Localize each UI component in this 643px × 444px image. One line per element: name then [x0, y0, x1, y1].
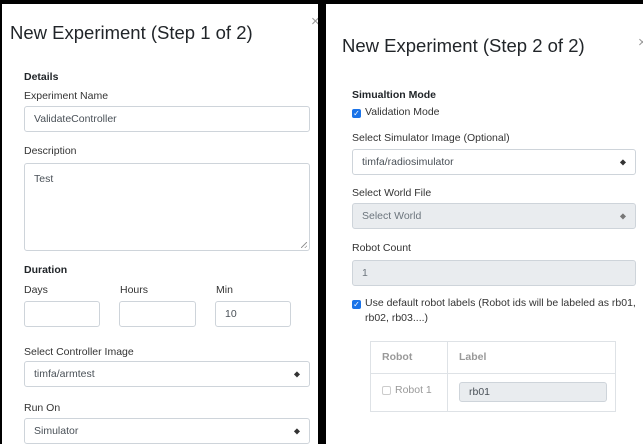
details-heading: Details [24, 71, 59, 83]
default-labels-checkbox[interactable]: ✓ [352, 300, 361, 309]
table-divider [370, 373, 616, 374]
robot-row-checkbox[interactable]: ✓ [382, 386, 391, 395]
controller-image-select[interactable]: timfa/armtest ◆ [24, 361, 310, 387]
simulator-image-label: Select Simulator Image (Optional) [352, 132, 510, 144]
validation-mode-label: Validation Mode [365, 106, 440, 118]
description-value: Test [34, 173, 54, 185]
experiment-name-value: ValidateController [34, 113, 117, 125]
close-icon[interactable]: × [638, 35, 643, 50]
run-on-select[interactable]: Simulator ◆ [24, 418, 310, 444]
chevron-updown-icon: ◆ [293, 369, 300, 379]
step2-title: New Experiment (Step 2 of 2) [342, 35, 585, 56]
step1-modal: New Experiment (Step 1 of 2) × Details E… [2, 4, 318, 444]
controller-image-label: Select Controller Image [24, 346, 134, 358]
days-label: Days [24, 284, 48, 296]
robot-count-label: Robot Count [352, 242, 411, 254]
min-input[interactable]: 10 [215, 301, 291, 327]
run-on-label: Run On [24, 402, 61, 414]
column-header-robot: Robot [382, 351, 413, 363]
description-label: Description [24, 145, 77, 157]
duration-heading: Duration [24, 264, 68, 276]
simulator-image-value: timfa/radiosimulator [362, 156, 454, 168]
experiment-name-input[interactable]: ValidateController [24, 106, 310, 132]
chevron-updown-icon: ◆ [619, 211, 626, 221]
description-textarea[interactable]: Test [24, 163, 310, 251]
resize-handle-icon[interactable] [301, 242, 307, 248]
robot-label-input[interactable]: rb01 [459, 382, 607, 402]
hours-input[interactable] [119, 301, 196, 327]
simulator-image-select[interactable]: timfa/radiosimulator ◆ [352, 149, 636, 175]
world-file-select[interactable]: Select World ◆ [352, 203, 636, 229]
validation-mode-checkbox[interactable]: ✓ [352, 109, 361, 118]
hours-label: Hours [120, 284, 149, 296]
step2-modal: New Experiment (Step 2 of 2) × Simualtio… [326, 4, 643, 444]
step1-title: New Experiment (Step 1 of 2) [10, 22, 253, 43]
experiment-name-label: Experiment Name [24, 90, 109, 102]
controller-image-value: timfa/armtest [34, 368, 95, 380]
robot-count-value: 1 [362, 267, 368, 279]
world-file-label: Select World File [352, 187, 432, 199]
days-input[interactable] [24, 301, 100, 327]
chevron-updown-icon: ◆ [293, 426, 300, 436]
world-file-value: Select World [362, 210, 422, 222]
robot-name: Robot 1 [395, 384, 432, 396]
close-icon[interactable]: × [311, 14, 318, 29]
default-labels-text: Use default robot labels (Robot ids will… [365, 297, 636, 324]
column-header-label: Label [459, 351, 487, 363]
min-value: 10 [225, 308, 237, 320]
robot-count-input[interactable]: 1 [352, 260, 636, 286]
robot-label-value: rb01 [469, 386, 491, 398]
min-label: Min [216, 284, 233, 296]
table-divider [447, 341, 448, 412]
run-on-value: Simulator [34, 425, 79, 437]
simulation-mode-heading: Simualtion Mode [352, 89, 436, 101]
chevron-updown-icon: ◆ [619, 157, 626, 167]
